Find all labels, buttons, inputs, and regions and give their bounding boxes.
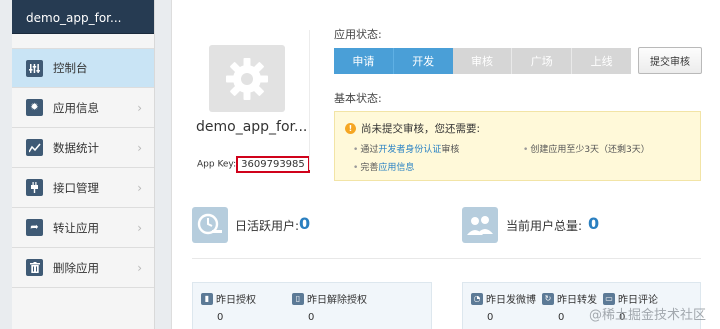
unlock-icon: ▯ <box>292 292 304 305</box>
chart-icon <box>26 139 43 156</box>
step-online: 上线 <box>571 48 631 74</box>
step-review: 审核 <box>452 48 512 74</box>
post-value: 0 <box>487 312 494 323</box>
chevron-right-icon: › <box>137 221 142 235</box>
app-logo <box>209 45 285 112</box>
main-panel: demo_app_for... App Key: 3609793985 应用状态:… <box>171 0 720 329</box>
step-develop: 开发 <box>392 48 453 74</box>
sidebar-item-console[interactable]: 控制台 <box>12 48 154 88</box>
total-users-value: 0 <box>588 214 600 233</box>
app-status-label: 应用状态: <box>334 28 382 41</box>
auth-value: 0 <box>217 312 224 323</box>
basic-status-label: 基本状态: <box>334 92 382 105</box>
unauth-label: 昨日解除授权 <box>307 295 367 306</box>
step-square: 广场 <box>511 48 572 74</box>
sidebar-item-label: 数据统计 <box>53 140 99 155</box>
trash-icon <box>26 259 43 276</box>
unauth-stat: ▯ 昨日解除授权 <box>292 291 367 306</box>
developer-verify-link[interactable]: 开发者身份认证 <box>378 145 441 155</box>
todo-item: • 完善应用信息 <box>353 163 415 173</box>
sidebar-item-data-stats[interactable]: 数据统计 › <box>12 128 154 168</box>
share-arrow-icon: ➦ <box>26 219 43 236</box>
watermark: @稀土掘金技术社区 <box>588 308 706 323</box>
auth-panel: ▮ 昨日授权 0 ▯ 昨日解除授权 0 <box>192 282 432 329</box>
repost-value: 0 <box>558 312 565 323</box>
sidebar-item-label: 接口管理 <box>53 180 99 195</box>
sidebar-item-app-info[interactable]: ✹ 应用信息 › <box>12 88 154 128</box>
sidebar-app-title[interactable]: demo_app_for... <box>12 0 154 34</box>
step-apply: 申请 <box>334 48 393 74</box>
warning-icon: ! <box>345 123 356 134</box>
app-key-value: 3609793985 <box>236 156 310 173</box>
chevron-right-icon: › <box>137 141 142 155</box>
todo-item: • 创建应用至少3天（还剩3天） <box>523 145 650 155</box>
chevron-right-icon: › <box>137 181 142 195</box>
app-key-label: App Key: <box>197 159 237 170</box>
clock-user-icon <box>192 207 228 243</box>
todo-text: 通过 <box>360 145 379 155</box>
rss-icon: ◔ <box>471 292 483 305</box>
sidebar-item-label: 控制台 <box>53 61 88 75</box>
unauth-value: 0 <box>308 312 315 323</box>
notice-title: ! 尚未提交审核，您还需要: <box>345 121 480 136</box>
submit-review-button[interactable]: 提交审核 <box>638 47 702 74</box>
todo-text: 创建应用至少3天（还剩3天） <box>530 145 650 155</box>
todo-text: 完善 <box>360 163 379 173</box>
status-steps: 申请 开发 审核 广场 上线 <box>334 48 631 74</box>
todo-text: 审核 <box>441 145 460 155</box>
todo-item: • 通过开发者身份认证审核 <box>353 145 460 155</box>
chevron-right-icon: › <box>137 261 142 275</box>
auth-stat: ▮ 昨日授权 <box>201 291 256 306</box>
horizontal-divider <box>192 258 701 259</box>
sidebar-item-label: 转让应用 <box>53 220 99 235</box>
sliders-icon <box>26 59 43 77</box>
post-stat: ◔ 昨日发微博 <box>471 291 536 306</box>
app-name: demo_app_for... <box>196 119 308 135</box>
users-icon <box>462 207 498 243</box>
total-users-label: 当前用户总量: <box>506 219 583 233</box>
sidebar: demo_app_for... 控制台 ✹ 应用信息 › 数据统计 › 接口管理… <box>12 0 155 329</box>
plug-icon <box>26 179 43 196</box>
auth-label: 昨日授权 <box>216 295 256 306</box>
sidebar-item-label: 删除应用 <box>53 260 99 275</box>
app-info-link[interactable]: 应用信息 <box>378 163 414 173</box>
notice-box: ! 尚未提交审核，您还需要: • 通过开发者身份认证审核 • 创建应用至少3天（还剩… <box>334 111 701 181</box>
chevron-right-icon: › <box>137 101 142 115</box>
gear-icon <box>226 57 268 100</box>
repost-icon: ↻ <box>542 292 554 305</box>
sidebar-item-transfer[interactable]: ➦ 转让应用 › <box>12 208 154 248</box>
sidebar-item-label: 应用信息 <box>53 100 99 115</box>
sidebar-item-delete[interactable]: 删除应用 › <box>12 248 154 288</box>
dau-value: 0 <box>299 214 311 233</box>
app-key: App Key: 3609793985 <box>197 156 310 173</box>
lock-icon: ▮ <box>201 292 213 305</box>
post-label: 昨日发微博 <box>486 295 536 306</box>
comment-icon: ▭ <box>603 292 615 305</box>
dau-label: 日活跃用户: <box>235 219 300 233</box>
sidebar-item-api-manage[interactable]: 接口管理 › <box>12 168 154 208</box>
notice-title-text: 尚未提交审核，您还需要: <box>361 123 481 135</box>
vertical-divider <box>309 30 310 170</box>
gear-icon: ✹ <box>26 99 43 116</box>
